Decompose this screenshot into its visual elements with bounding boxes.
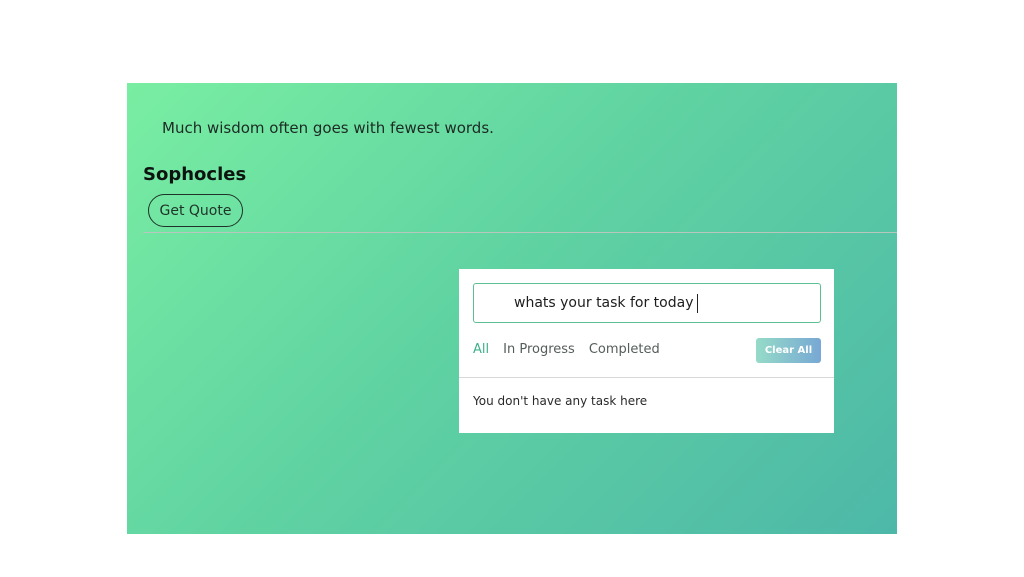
filter-tabs: All In Progress Completed — [473, 342, 660, 357]
empty-task-message: You don't have any task here — [473, 394, 648, 408]
get-quote-button[interactable]: Get Quote — [148, 194, 243, 227]
filter-in-progress[interactable]: In Progress — [503, 342, 575, 357]
quote-author: Sophocles — [143, 164, 247, 185]
filter-completed[interactable]: Completed — [589, 342, 660, 357]
task-input-container[interactable]: whats your task for today — [473, 283, 821, 323]
section-divider — [143, 232, 897, 233]
clear-all-button[interactable]: Clear All — [756, 338, 821, 363]
app-container: Much wisdom often goes with fewest words… — [127, 83, 897, 534]
card-divider — [459, 377, 834, 378]
text-caret — [696, 293, 698, 313]
quote-text: Much wisdom often goes with fewest words… — [162, 119, 494, 137]
task-input[interactable]: whats your task for today — [514, 295, 694, 311]
todo-card: whats your task for today All In Progres… — [459, 269, 834, 433]
filter-all[interactable]: All — [473, 342, 489, 357]
